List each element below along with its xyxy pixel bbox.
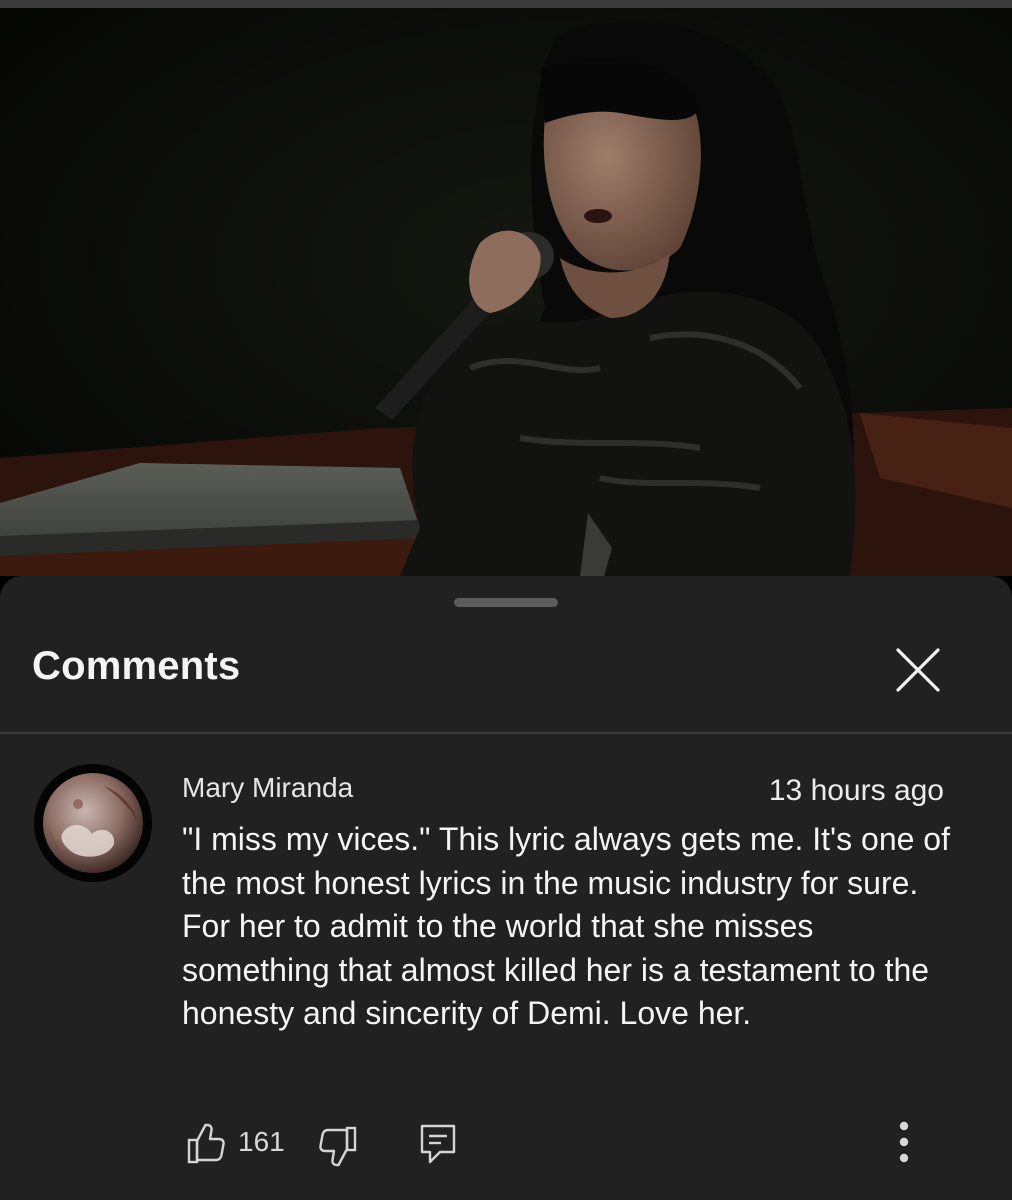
close-icon (896, 648, 940, 692)
comment-text: "I miss my vices." This lyric always get… (182, 821, 950, 1031)
like-count: 161 (238, 1126, 285, 1157)
comments-sheet: Comments Mary Miranda 13 hours ago "I mi… (0, 576, 1012, 1200)
header-divider (0, 732, 1012, 734)
avatar[interactable] (34, 764, 152, 882)
comment-author[interactable]: Mary Miranda (182, 772, 353, 804)
more-vertical-icon (899, 1121, 909, 1163)
close-button[interactable] (890, 642, 946, 698)
sheet-title: Comments (32, 644, 241, 688)
reply-button[interactable] (418, 1122, 458, 1166)
dislike-button[interactable] (318, 1124, 358, 1168)
comment-item: Mary Miranda 13 hours ago "I miss my vic… (0, 752, 1012, 1192)
like-button[interactable] (186, 1122, 226, 1166)
more-options-button[interactable] (890, 1114, 918, 1174)
top-status-strip (0, 0, 1012, 8)
video-player[interactable] (0, 8, 1012, 576)
reply-icon (420, 1124, 456, 1164)
drag-handle[interactable] (454, 598, 558, 607)
video-frame (0, 8, 1012, 576)
thumbs-down-icon (319, 1126, 357, 1167)
comment-timestamp[interactable]: 13 hours ago (769, 774, 944, 808)
avatar-image (34, 764, 152, 882)
comment-actions: 161 (0, 1121, 1012, 1182)
thumbs-up-icon (187, 1123, 225, 1164)
